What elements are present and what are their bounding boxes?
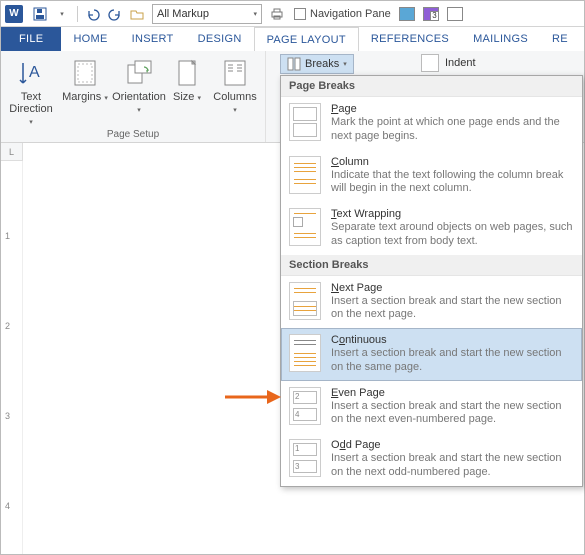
menu-item-title: Text Wrapping bbox=[331, 208, 574, 220]
group-label: Page Setup bbox=[107, 127, 159, 143]
chevron-down-icon: ▾ bbox=[343, 60, 347, 68]
tab-insert[interactable]: INSERT bbox=[120, 27, 186, 51]
next-page-icon bbox=[289, 282, 321, 320]
tab-file[interactable]: FILE bbox=[1, 27, 61, 51]
menu-item-next-page[interactable]: Next Page Insert a section break and sta… bbox=[281, 276, 582, 329]
nav-pane-label: Navigation Pane bbox=[310, 8, 391, 20]
undo-button[interactable] bbox=[82, 3, 104, 25]
redo-button[interactable] bbox=[104, 3, 126, 25]
quick-access-toolbar: W ▾ All Markup▾ Navigation Pane 3 bbox=[1, 1, 584, 27]
menu-item-desc: Indicate that the text following the col… bbox=[331, 169, 574, 197]
page-break-icon bbox=[289, 103, 321, 141]
margins-button[interactable]: Margins ▾ bbox=[61, 57, 109, 103]
columns-label: Columns bbox=[213, 91, 256, 103]
group-page-setup: A Text Direction ▾ Margins ▾ Orientation… bbox=[1, 51, 266, 142]
text-wrapping-icon bbox=[289, 208, 321, 246]
even-page-icon: 24 bbox=[289, 387, 321, 425]
tab-home[interactable]: HOME bbox=[61, 27, 119, 51]
menu-item-desc: Insert a section break and start the new… bbox=[331, 452, 574, 480]
tab-mailings[interactable]: MAILINGS bbox=[461, 27, 540, 51]
ribbon-tabs: FILE HOME INSERT DESIGN PAGE LAYOUT REFE… bbox=[1, 27, 584, 51]
odd-page-icon: 13 bbox=[289, 439, 321, 477]
margins-icon bbox=[69, 57, 101, 89]
markup-value: All Markup bbox=[157, 8, 209, 20]
size-button[interactable]: Size ▾ bbox=[169, 57, 205, 103]
annotation-arrow bbox=[223, 387, 283, 407]
menu-item-desc: Mark the point at which one page ends an… bbox=[331, 116, 574, 144]
menu-header-page-breaks: Page Breaks bbox=[281, 76, 582, 97]
orientation-label: Orientation bbox=[112, 91, 166, 103]
menu-item-title: Odd Page bbox=[331, 439, 574, 451]
color-swatch-purple[interactable]: 3 bbox=[423, 7, 439, 21]
breaks-label: Breaks bbox=[305, 58, 339, 70]
menu-item-desc: Insert a section break and start the new… bbox=[331, 400, 574, 428]
ruler-corner: L bbox=[1, 143, 23, 161]
tab-references[interactable]: REFERENCES bbox=[359, 27, 461, 51]
menu-item-text-wrapping[interactable]: Text Wrapping Separate text around objec… bbox=[281, 202, 582, 255]
menu-item-odd-page[interactable]: 13 Odd Page Insert a section break and s… bbox=[281, 433, 582, 486]
breaks-button[interactable]: Breaks ▾ bbox=[280, 54, 354, 74]
menu-item-title: Continuous bbox=[331, 334, 574, 346]
app-icon: W bbox=[5, 5, 23, 23]
tab-review[interactable]: RE bbox=[540, 27, 580, 51]
vertical-ruler[interactable]: 1 2 3 4 bbox=[1, 161, 23, 554]
menu-item-title: Page bbox=[331, 103, 574, 115]
orientation-button[interactable]: Orientation ▾ bbox=[115, 57, 163, 115]
menu-item-desc: Insert a section break and start the new… bbox=[331, 295, 574, 323]
column-break-icon bbox=[289, 156, 321, 194]
print-button[interactable] bbox=[266, 3, 288, 25]
menu-item-continuous[interactable]: Continuous Insert a section break and st… bbox=[281, 328, 582, 381]
columns-button[interactable]: Columns ▾ bbox=[211, 57, 259, 115]
menu-item-page[interactable]: Page Mark the point at which one page en… bbox=[281, 97, 582, 150]
menu-item-column[interactable]: Column Indicate that the text following … bbox=[281, 150, 582, 203]
save-button[interactable] bbox=[29, 3, 51, 25]
menu-item-desc: Separate text around objects on web page… bbox=[331, 221, 574, 249]
columns-icon bbox=[219, 57, 251, 89]
page-icon bbox=[421, 54, 439, 72]
size-icon bbox=[171, 57, 203, 89]
menu-header-section-breaks: Section Breaks bbox=[281, 255, 582, 276]
size-label: Size bbox=[173, 91, 194, 103]
menu-item-even-page[interactable]: 24 Even Page Insert a section break and … bbox=[281, 381, 582, 434]
breaks-icon bbox=[287, 57, 301, 71]
tab-design[interactable]: DESIGN bbox=[186, 27, 254, 51]
color-swatch-blue[interactable] bbox=[399, 7, 415, 21]
orientation-icon bbox=[123, 57, 155, 89]
indent-label: Indent bbox=[445, 57, 476, 69]
breaks-menu: Page Breaks Page Mark the point at which… bbox=[280, 75, 583, 487]
menu-item-desc: Insert a section break and start the new… bbox=[331, 347, 574, 375]
menu-item-title: Column bbox=[331, 156, 574, 168]
qat-dropdown[interactable]: ▾ bbox=[51, 3, 73, 25]
color-swatch-white[interactable] bbox=[447, 7, 463, 21]
indent-group: Indent bbox=[421, 54, 476, 72]
open-button[interactable] bbox=[126, 3, 148, 25]
markup-combo[interactable]: All Markup▾ bbox=[152, 4, 262, 24]
checkbox-icon bbox=[294, 8, 306, 20]
svg-text:A: A bbox=[29, 64, 40, 81]
ribbon: A Text Direction ▾ Margins ▾ Orientation… bbox=[1, 51, 584, 143]
text-direction-label: Text Direction bbox=[9, 91, 52, 115]
margins-label: Margins bbox=[62, 91, 101, 103]
text-direction-button[interactable]: A Text Direction ▾ bbox=[7, 57, 55, 127]
text-direction-icon: A bbox=[15, 57, 47, 89]
continuous-icon bbox=[289, 334, 321, 372]
nav-pane-toggle[interactable]: Navigation Pane bbox=[294, 8, 391, 20]
menu-item-title: Even Page bbox=[331, 387, 574, 399]
tab-page-layout[interactable]: PAGE LAYOUT bbox=[254, 27, 359, 51]
menu-item-title: Next Page bbox=[331, 282, 574, 294]
